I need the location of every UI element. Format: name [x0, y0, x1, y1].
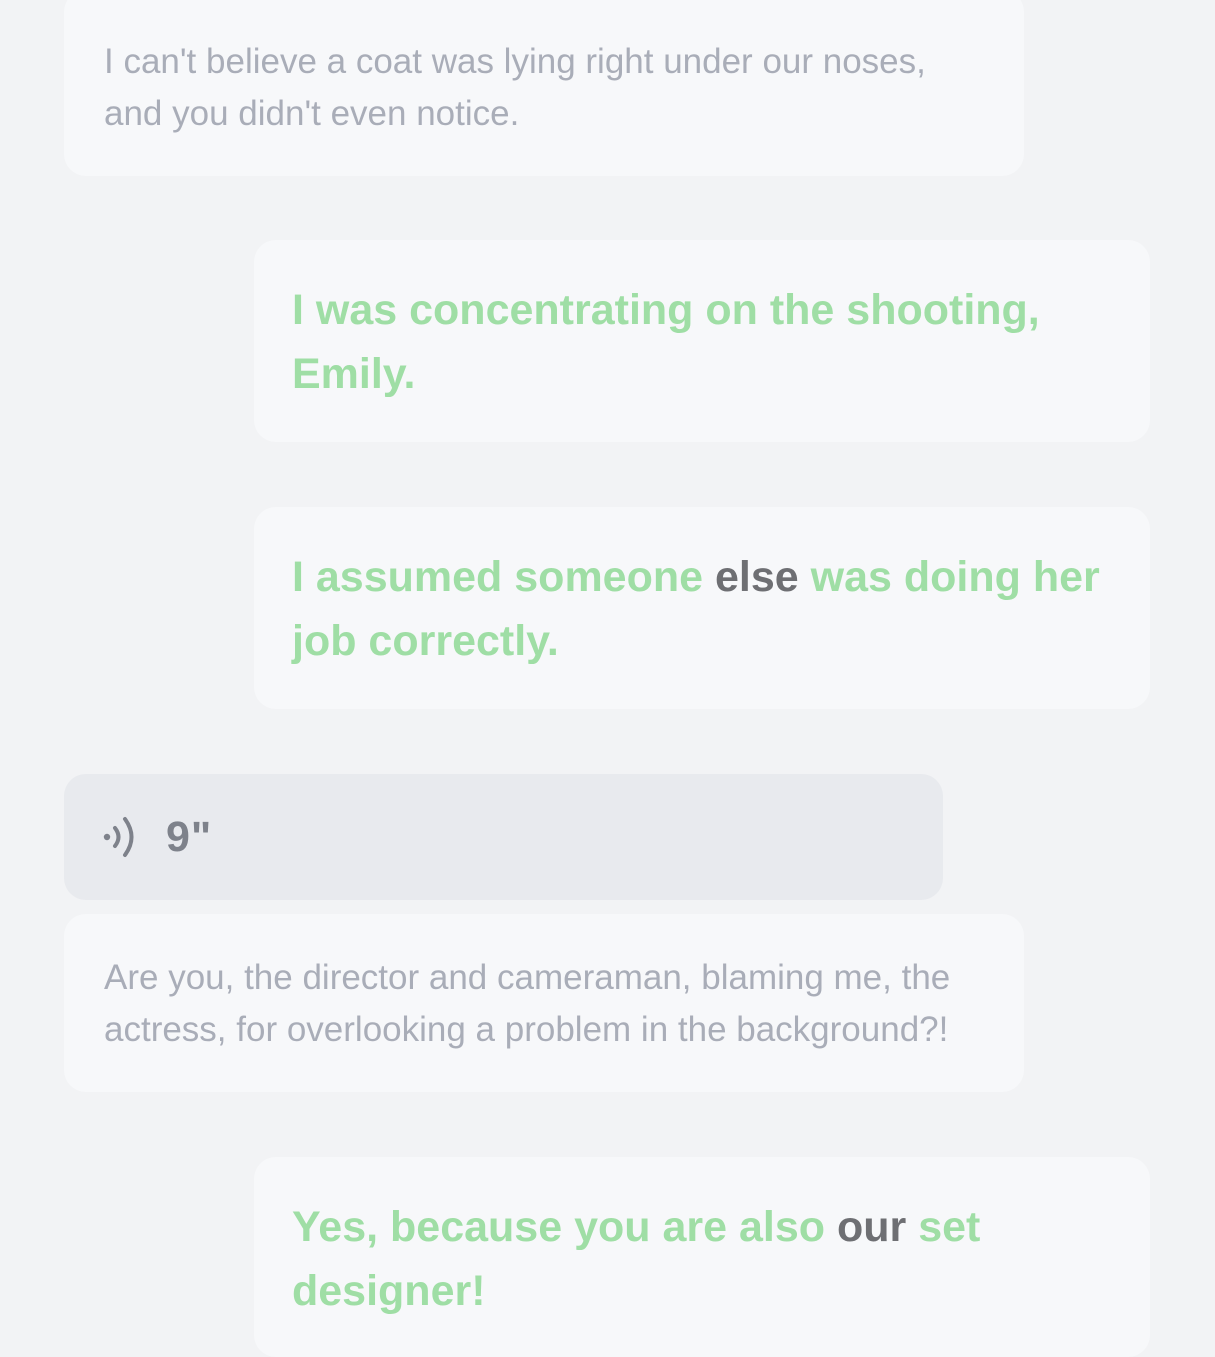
message-bubble-incoming[interactable]: I can't believe a coat was lying right u… [64, 0, 1024, 176]
message-text: I can't believe a coat was lying right u… [104, 42, 926, 133]
highlighted-word: else [715, 553, 799, 601]
voice-duration: 9" [166, 812, 213, 861]
message-text: Are you, the director and cameraman, bla… [104, 958, 951, 1049]
message-bubble-outgoing[interactable]: I assumed someone else was doing her job… [254, 507, 1150, 709]
voice-message-bubble[interactable]: 9" [64, 774, 943, 900]
highlighted-word: our [836, 1203, 907, 1251]
message-text: I was concentrating on the shooting, Emi… [292, 286, 1040, 398]
message-text: I assumed someone else was doing her job… [292, 545, 1112, 673]
message-bubble-outgoing[interactable]: I was concentrating on the shooting, Emi… [254, 240, 1150, 442]
message-bubble-outgoing[interactable]: Yes, because you are also our set design… [254, 1157, 1150, 1357]
message-text-part: Yes, because you are also [292, 1203, 837, 1251]
message-bubble-incoming[interactable]: Are you, the director and cameraman, bla… [64, 914, 1024, 1092]
message-text-part: I assumed someone [292, 553, 715, 601]
voice-wave-icon[interactable] [102, 813, 144, 861]
message-text: Yes, because you are also our set design… [292, 1195, 1112, 1323]
